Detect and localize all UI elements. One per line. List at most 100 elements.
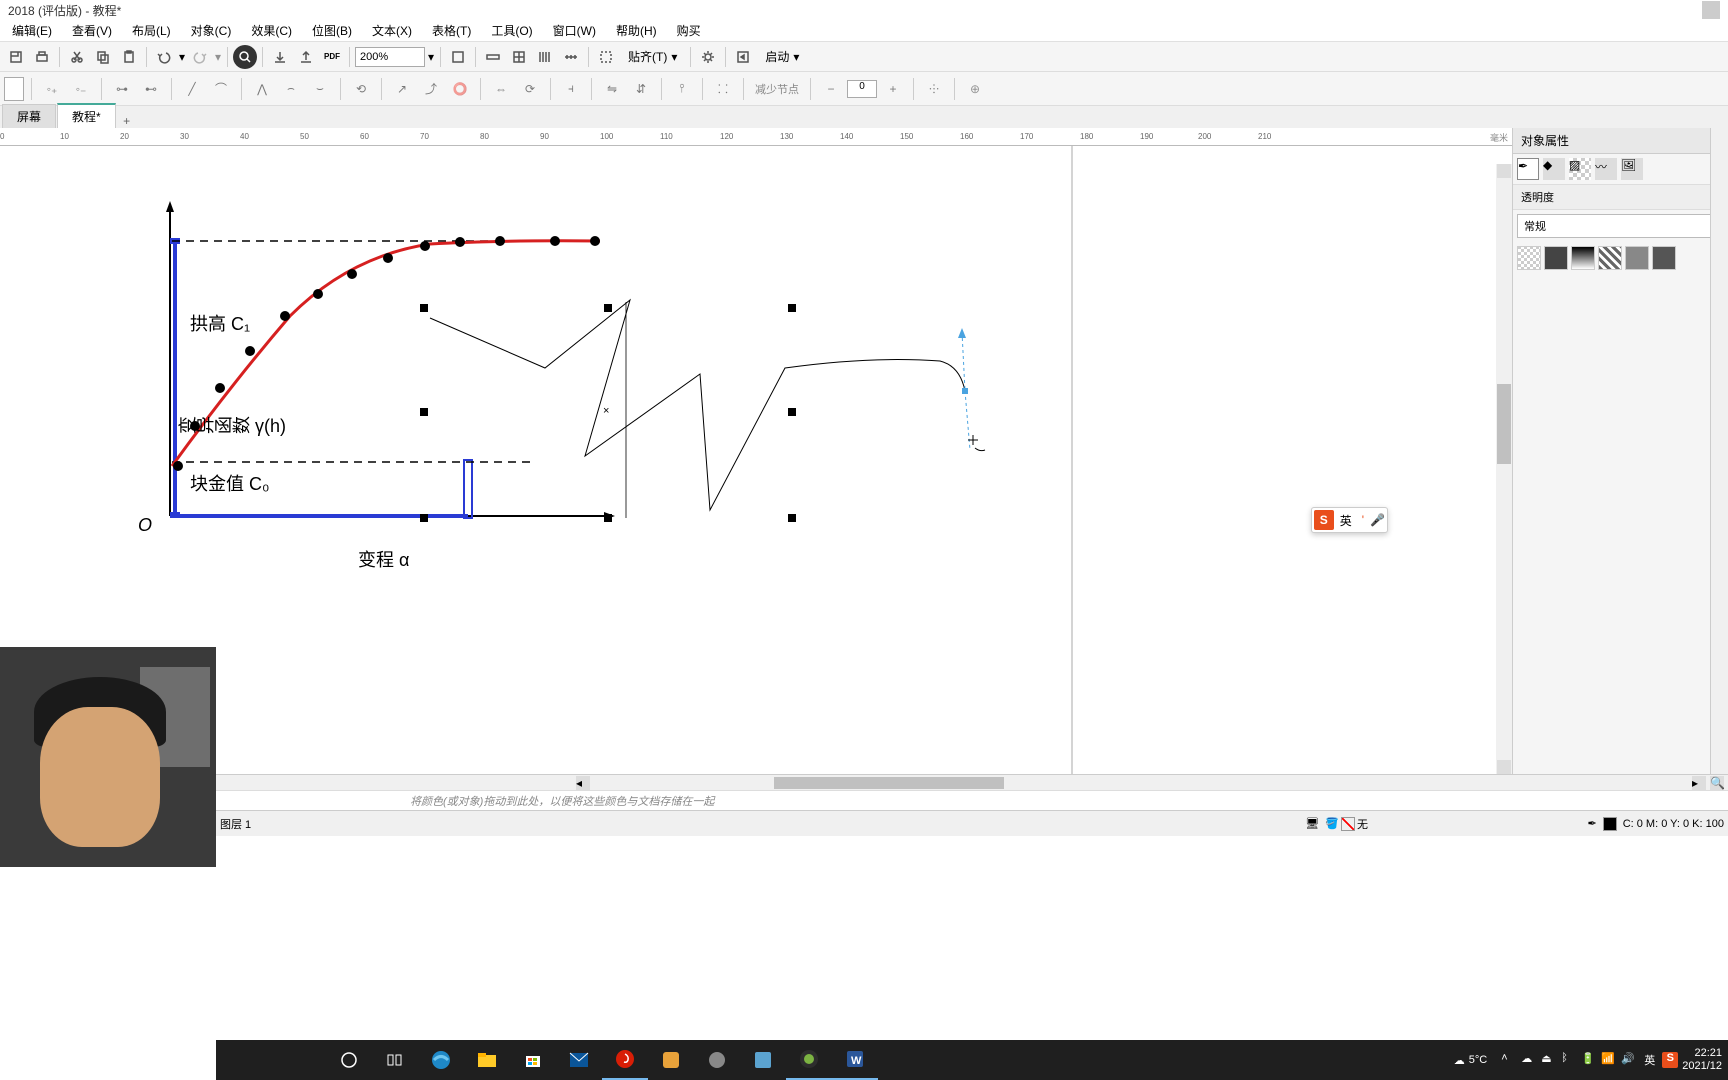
scrollbar-thumb[interactable] xyxy=(1497,384,1511,464)
mic-icon[interactable]: 🎤 xyxy=(1370,513,1385,527)
smooth-node-icon[interactable]: ⌢ xyxy=(278,76,304,102)
pdf-export-icon[interactable]: PDF xyxy=(320,45,344,69)
color-palette-strip[interactable] xyxy=(1710,128,1728,774)
menu-layout[interactable]: 布局(L) xyxy=(122,20,181,41)
extract-subpath-icon[interactable]: ⤴ xyxy=(418,76,444,102)
zoom-tool-icon[interactable]: 🔍 xyxy=(1710,776,1724,790)
add-icon[interactable]: ⊕ xyxy=(962,76,988,102)
menu-buy[interactable]: 购买 xyxy=(667,20,711,41)
search-icon[interactable] xyxy=(233,45,257,69)
outline-tab-icon[interactable]: ✒ xyxy=(1517,158,1539,180)
fill-tab-icon[interactable]: ◆ xyxy=(1543,158,1565,180)
bounding-box-icon[interactable]: ⸭ xyxy=(921,76,947,102)
menu-view[interactable]: 查看(V) xyxy=(62,20,122,41)
elastic-mode-icon[interactable]: ⫯ xyxy=(669,76,695,102)
no-transparency-icon[interactable] xyxy=(1517,246,1541,270)
scroll-right-icon[interactable]: ▸ xyxy=(1692,776,1706,790)
save-icon[interactable] xyxy=(4,45,28,69)
battery-icon[interactable]: 🔋 xyxy=(1581,1052,1597,1068)
tab-tutorial[interactable]: 教程* xyxy=(57,103,116,128)
sogou-tray-icon[interactable]: S xyxy=(1662,1052,1678,1068)
edge-browser-icon[interactable] xyxy=(418,1040,464,1080)
menu-bitmap[interactable]: 位图(B) xyxy=(302,20,362,41)
delete-node-icon[interactable]: ◦₋ xyxy=(68,76,94,102)
word-icon[interactable]: W xyxy=(832,1040,878,1080)
onedrive-icon[interactable]: ☁ xyxy=(1521,1052,1537,1068)
ime-indicator[interactable]: 英 xyxy=(1641,1052,1658,1068)
app-icon-2[interactable] xyxy=(694,1040,740,1080)
usb-icon[interactable]: ⏏ xyxy=(1541,1052,1557,1068)
texture-transparency-icon[interactable] xyxy=(1625,246,1649,270)
ime-punct-label[interactable]: ' xyxy=(1358,513,1368,527)
select-all-nodes-icon[interactable]: ⸬ xyxy=(710,76,736,102)
menu-table[interactable]: 表格(T) xyxy=(422,20,481,41)
tab-welcome[interactable]: 屏幕 xyxy=(2,104,56,128)
scroll-up-icon[interactable] xyxy=(1497,164,1511,178)
file-explorer-icon[interactable] xyxy=(464,1040,510,1080)
measure-icon[interactable] xyxy=(559,45,583,69)
ms-store-icon[interactable] xyxy=(510,1040,556,1080)
menu-text[interactable]: 文本(X) xyxy=(362,20,422,41)
import-icon[interactable] xyxy=(268,45,292,69)
close-curve-icon[interactable]: ⭕ xyxy=(447,76,473,102)
netease-music-icon[interactable] xyxy=(602,1040,648,1080)
fullscreen-icon[interactable] xyxy=(446,45,470,69)
extend-curve-icon[interactable]: ↗ xyxy=(389,76,415,102)
undo-icon[interactable] xyxy=(152,45,176,69)
app-launcher-icon[interactable] xyxy=(731,45,755,69)
horizontal-scrollbar[interactable]: ◂ ▸ 🔍 xyxy=(0,774,1728,790)
dock-icon[interactable] xyxy=(1702,1,1720,19)
reflect-v-icon[interactable]: ⇵ xyxy=(628,76,654,102)
ime-floating-bar[interactable]: S 英 ' 🎤 xyxy=(1311,507,1388,533)
stretch-nodes-icon[interactable]: ⇔ xyxy=(488,76,514,102)
curve-smoothness-minus[interactable]: − xyxy=(818,76,844,102)
start-button[interactable] xyxy=(326,1040,372,1080)
reflect-h-icon[interactable]: ⇋ xyxy=(599,76,625,102)
copy-icon[interactable] xyxy=(91,45,115,69)
menu-edit[interactable]: 编辑(E) xyxy=(2,20,62,41)
task-view-icon[interactable] xyxy=(372,1040,418,1080)
export-icon[interactable] xyxy=(294,45,318,69)
undo-dropdown[interactable]: ▾ xyxy=(178,47,186,67)
zoom-level-input[interactable]: 200% xyxy=(355,47,425,67)
ime-mode-label[interactable]: 英 xyxy=(1336,512,1356,529)
symmetric-node-icon[interactable]: ⌣ xyxy=(307,76,333,102)
transparency-tab-icon[interactable]: ▨ xyxy=(1569,158,1591,180)
hscrollbar-thumb[interactable] xyxy=(774,777,1004,789)
curve-smoothness-input[interactable]: 0 xyxy=(847,80,877,98)
add-node-icon[interactable]: ◦₊ xyxy=(39,76,65,102)
cut-icon[interactable] xyxy=(65,45,89,69)
image-tab-icon[interactable]: 🖼 xyxy=(1621,158,1643,180)
menu-tool[interactable]: 工具(O) xyxy=(481,20,542,41)
app-icon-3[interactable] xyxy=(740,1040,786,1080)
wifi-icon[interactable]: 📶 xyxy=(1601,1052,1617,1068)
paste-icon[interactable] xyxy=(117,45,141,69)
app-icon-1[interactable] xyxy=(648,1040,694,1080)
scroll-down-icon[interactable] xyxy=(1497,760,1511,774)
fill-swatch[interactable]: 🪣 无 xyxy=(1325,816,1368,832)
launch-menu[interactable]: 启动 ▾ xyxy=(757,48,807,65)
align-nodes-h-icon[interactable]: ⫞ xyxy=(558,76,584,102)
menu-object[interactable]: 对象(C) xyxy=(181,20,242,41)
curve-to-line-icon[interactable]: ⌒ xyxy=(208,76,234,102)
horizontal-ruler[interactable]: 0 10 20 30 40 50 60 70 80 90 100 110 120… xyxy=(0,128,1512,146)
drawing-canvas[interactable]: 变异函数 γ(h) O 拱高 C₁ 块金值 C₀ 变程 α xyxy=(0,146,1512,774)
color-proof-icon[interactable]: 🖥 xyxy=(1305,817,1319,830)
clock[interactable]: 22:21 2021/12 xyxy=(1682,1047,1722,1073)
document-palette-bar[interactable]: 将颜色(或对象)拖动到此处，以便将这些颜色与文档存储在一起 xyxy=(0,790,1728,810)
scroll-left-icon[interactable]: ◂ xyxy=(576,776,590,790)
rotate-nodes-icon[interactable]: ⟳ xyxy=(517,76,543,102)
curve-tab-icon[interactable]: 〰 xyxy=(1595,158,1617,180)
ruler-icon[interactable] xyxy=(481,45,505,69)
print-icon[interactable] xyxy=(30,45,54,69)
tray-chevron-icon[interactable]: ˄ xyxy=(1501,1052,1517,1068)
fountain-transparency-icon[interactable] xyxy=(1571,246,1595,270)
redo-icon[interactable] xyxy=(188,45,212,69)
outline-color-swatch[interactable] xyxy=(1603,817,1617,831)
coreldraw-icon[interactable] xyxy=(786,1040,832,1080)
shape-tool-dropdown[interactable] xyxy=(4,77,24,101)
transparency-type-dropdown[interactable]: 常规▾ xyxy=(1517,214,1724,238)
options-icon[interactable] xyxy=(696,45,720,69)
line-to-curve-icon[interactable]: ╱ xyxy=(179,76,205,102)
bitmap-transparency-icon[interactable] xyxy=(1652,246,1676,270)
